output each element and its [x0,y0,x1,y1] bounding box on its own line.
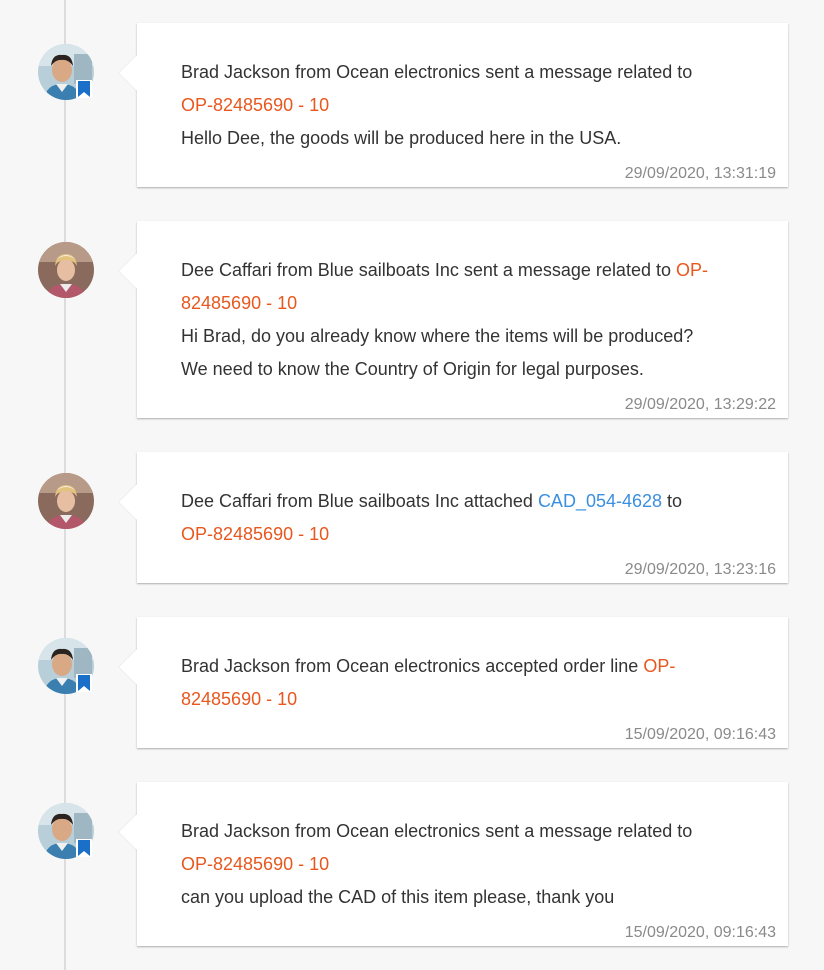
author-name: Brad Jackson [181,62,291,82]
attachment-link[interactable]: CAD_054-4628 [538,491,662,511]
from-word: from [295,656,332,676]
activity-text: Brad Jackson from Ocean electronics sent… [181,815,748,914]
activity-header: Dee Caffari from Blue sailboats Inc atta… [181,485,748,518]
author-name: Dee Caffari [181,491,272,511]
order-reference-link[interactable]: OP-82485690 - 10 [181,95,329,115]
order-reference-link[interactable]: 82485690 - 10 [181,689,297,709]
action-text: sent a message related to [485,821,693,841]
company-name: Ocean electronics [336,62,481,82]
activity-text: Dee Caffari from Blue sailboats Inc atta… [181,485,748,551]
activity-text: Dee Caffari from Blue sailboats Inc sent… [181,254,748,386]
timestamp: 15/09/2020, 09:16:43 [624,924,776,941]
company-name: Ocean electronics [336,821,481,841]
action-text: attached [463,491,533,511]
connector-text: to [667,491,683,511]
from-word: from [276,260,313,280]
author-name: Brad Jackson [181,821,291,841]
company-name: Blue sailboats Inc [317,260,459,280]
timestamp: 29/09/2020, 13:31:19 [624,165,776,182]
activity-header: Brad Jackson from Ocean electronics acce… [181,650,748,683]
action-text: accepted order line [485,656,639,676]
activity-card: Dee Caffari from Blue sailboats Inc sent… [118,221,788,418]
timestamp: 29/09/2020, 13:29:22 [624,396,776,413]
company-name: Blue sailboats Inc [317,491,459,511]
message-line: We need to know the Country of Origin fo… [181,359,644,379]
timestamp: 29/09/2020, 13:23:16 [624,561,776,578]
order-reference-link[interactable]: OP-82485690 - 10 [181,524,329,544]
message-line: can you upload the CAD of this item plea… [181,887,615,907]
message-line: Hi Brad, do you already know where the i… [181,326,694,346]
activity-text: Brad Jackson from Ocean electronics sent… [181,56,748,155]
action-text: sent a message related to [485,62,693,82]
from-word: from [276,491,313,511]
activity-card: Dee Caffari from Blue sailboats Inc atta… [118,452,788,583]
activity-header: Brad Jackson from Ocean electronics sent… [181,56,748,89]
bookmark-icon [76,839,92,857]
activity-timeline: Brad Jackson from Ocean electronics sent… [0,0,824,970]
timestamp: 15/09/2020, 09:16:43 [624,726,776,743]
from-word: from [295,821,332,841]
bookmark-icon [76,674,92,692]
activity-header: Brad Jackson from Ocean electronics sent… [181,815,748,848]
avatar-dee-caffari[interactable] [38,242,94,298]
activity-text: Brad Jackson from Ocean electronics acce… [181,650,748,716]
company-name: Ocean electronics [336,656,481,676]
activity-header: Dee Caffari from Blue sailboats Inc sent… [181,254,748,287]
activity-card: Brad Jackson from Ocean electronics sent… [118,23,788,187]
order-reference-link[interactable]: OP- [643,656,675,676]
activity-card: Brad Jackson from Ocean electronics sent… [118,782,788,946]
order-reference-link[interactable]: 82485690 - 10 [181,293,297,313]
avatar-dee-caffari[interactable] [38,473,94,529]
activity-card: Brad Jackson from Ocean electronics acce… [118,617,788,748]
order-reference-link[interactable]: OP-82485690 - 10 [181,854,329,874]
from-word: from [295,62,332,82]
author-name: Brad Jackson [181,656,291,676]
bookmark-icon [76,80,92,98]
author-name: Dee Caffari [181,260,272,280]
action-text: sent a message related to [463,260,671,280]
order-reference-link[interactable]: OP- [676,260,708,280]
message-line: Hello Dee, the goods will be produced he… [181,128,622,148]
